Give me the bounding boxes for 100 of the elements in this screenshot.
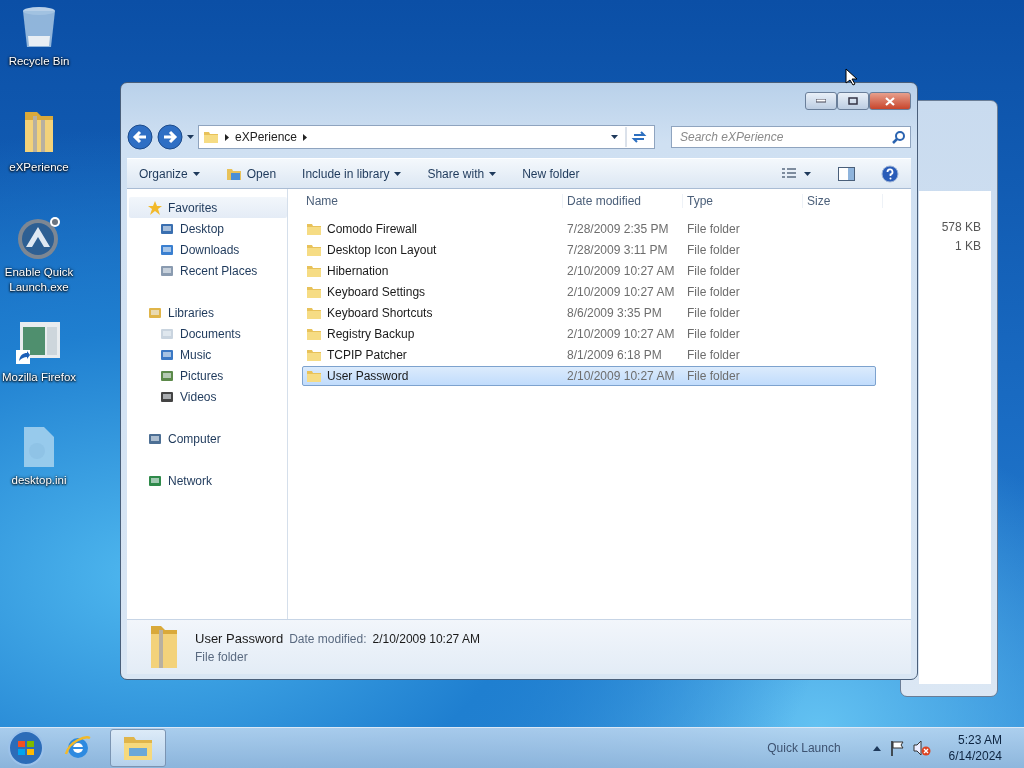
type-cell-text: File folder: [686, 348, 741, 362]
type-value: File folder: [195, 649, 249, 664]
views-icon[interactable]: [782, 167, 812, 180]
column-header[interactable]: Type: [683, 194, 803, 208]
file-row[interactable]: Desktop Icon Layout 7/28/2009 3:11 PM File folder: [302, 240, 876, 260]
flag-icon[interactable]: [888, 740, 905, 756]
type-cell-text: File folder: [686, 369, 741, 383]
date-cell-text: 2/10/2009 10:27 AM: [566, 327, 676, 341]
nav-item[interactable]: Desktop: [129, 218, 287, 239]
minimize-icon: [816, 99, 826, 103]
caret-icon: [187, 135, 194, 139]
nav-item[interactable]: Music: [129, 344, 287, 365]
toolbar-button[interactable]: Organize: [139, 166, 200, 181]
folder-icon: [149, 624, 179, 670]
column-header[interactable]: Date modified: [563, 194, 683, 208]
file-name: Comodo Firewall: [303, 221, 564, 237]
file-name: Hibernation: [303, 263, 564, 279]
quick-launch-toolbar[interactable]: Quick Launch: [767, 741, 841, 755]
date-cell-text: 2/10/2009 10:27 AM: [566, 285, 676, 299]
file-name: User Password: [303, 368, 564, 384]
date-cell-text: 8/6/2009 3:35 PM: [566, 306, 663, 320]
nav-item[interactable]: Downloads: [129, 239, 287, 260]
file-name: Keyboard Shortcuts: [303, 305, 564, 321]
muted-speaker-icon[interactable]: [912, 740, 931, 756]
help-icon[interactable]: [881, 164, 899, 183]
type-cell-text: File folder: [686, 243, 741, 257]
file-size: 578 KB: [941, 220, 981, 234]
folder-icon: [306, 368, 322, 384]
preview-pane-icon[interactable]: [838, 166, 855, 181]
folder-icon: [306, 326, 322, 342]
type-cell-text: File folder: [686, 264, 741, 278]
chevron-icon: [225, 133, 229, 141]
nav-item[interactable]: Computer: [129, 428, 287, 449]
desktop-icon-label[interactable]: Mozilla Firefox: [1, 370, 77, 385]
file-row[interactable]: TCPIP Patcher 8/1/2009 6:18 PM File folder: [302, 345, 876, 365]
column-header[interactable]: Size: [803, 194, 883, 208]
explorer-icon: [123, 735, 153, 761]
file-row[interactable]: Registry Backup 2/10/2009 10:27 AM File folder: [302, 324, 876, 344]
folder-icon: [306, 221, 322, 237]
nav-item[interactable]: Documents: [129, 323, 287, 344]
toolbar-button[interactable]: New folder: [522, 166, 580, 181]
mouse-pointer-icon: [845, 68, 857, 86]
nav-item[interactable]: Videos: [129, 386, 287, 407]
selected-name: User Password: [195, 630, 284, 646]
start-button[interactable]: [6, 728, 46, 768]
caret-icon: [192, 171, 200, 176]
back-button[interactable]: [127, 124, 153, 150]
file-size: 1 KB: [955, 239, 981, 253]
file-icon: [22, 425, 56, 469]
file-name: Registry Backup: [303, 326, 564, 342]
file-row[interactable]: Keyboard Settings 2/10/2009 10:27 AM File folder: [302, 282, 876, 302]
toolbar-button[interactable]: Share with: [427, 166, 497, 181]
nav-item[interactable]: Favorites: [129, 197, 287, 218]
desktop-icon-label[interactable]: Recycle Bin: [8, 54, 70, 69]
taskbar-app[interactable]: [110, 729, 166, 767]
date-value: 2/10/2009 10:27 AM: [372, 631, 480, 646]
column-header[interactable]: Name: [302, 194, 563, 208]
show-hidden-icons[interactable]: [872, 745, 881, 751]
folder-icon: [306, 263, 322, 279]
date-cell-text: 7/28/2009 2:35 PM: [566, 222, 670, 236]
date-label: Date modified:: [289, 631, 367, 646]
minimize-button[interactable]: [805, 92, 837, 110]
toolbar-button[interactable]: Open: [225, 165, 277, 182]
clock-date[interactable]: 6/14/2024: [948, 749, 1002, 763]
file-row[interactable]: Hibernation 2/10/2009 10:27 AM File folder: [302, 261, 876, 281]
type-cell-text: File folder: [686, 222, 741, 236]
file-name: Desktop Icon Layout: [303, 242, 564, 258]
type-cell-text: File folder: [686, 306, 741, 320]
clock-time[interactable]: 5:23 AM: [957, 733, 1002, 747]
shortcut-icon: [16, 322, 62, 366]
address-bar[interactable]: eXPerience: [198, 125, 655, 149]
nav-item[interactable]: Network: [129, 470, 287, 491]
close-button[interactable]: [869, 92, 911, 110]
desktop-icon-label[interactable]: eXPerience: [9, 160, 69, 175]
file-row[interactable]: User Password 2/10/2009 10:27 AM File folder: [302, 366, 876, 386]
search-field[interactable]: Search eXPerience: [671, 126, 911, 148]
nav-item[interactable]: Libraries: [129, 302, 287, 323]
caret-icon: [394, 171, 402, 176]
date-cell-text: 2/10/2009 10:27 AM: [566, 369, 676, 383]
close-icon: [885, 96, 895, 106]
folder-icon: [306, 305, 322, 321]
file-name: TCPIP Patcher: [303, 347, 564, 363]
breadcrumb-item[interactable]: eXPerience: [235, 130, 298, 144]
file-name: Keyboard Settings: [303, 284, 564, 300]
nav-item[interactable]: Recent Places: [129, 260, 287, 281]
chevron-icon: [303, 133, 308, 141]
folder-icon: [203, 129, 219, 145]
maximize-button[interactable]: [837, 92, 869, 110]
folder-icon: [306, 347, 322, 363]
nav-item[interactable]: Pictures: [129, 365, 287, 386]
forward-button[interactable]: [157, 124, 183, 150]
search-icon: [892, 131, 905, 144]
file-row[interactable]: Keyboard Shortcuts 8/6/2009 3:35 PM File folder: [302, 303, 876, 323]
file-row[interactable]: Comodo Firewall 7/28/2009 2:35 PM File folder: [302, 219, 876, 239]
toolbar-button[interactable]: Include in library: [302, 166, 402, 181]
date-cell-text: 7/28/2009 3:11 PM: [566, 243, 669, 257]
desktop-icon-label[interactable]: Enable Quick Launch.exe: [0, 265, 78, 295]
recycle-bin-icon: [21, 6, 57, 50]
date-cell-text: 8/1/2009 6:18 PM: [566, 348, 663, 362]
star-icon: [147, 199, 163, 216]
